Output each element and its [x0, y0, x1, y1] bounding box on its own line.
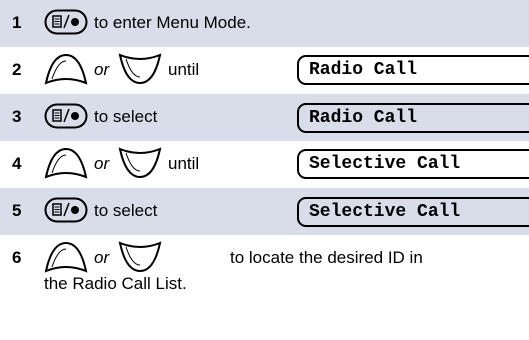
- step-text-line-2: the Radio Call List.: [44, 274, 187, 293]
- step-row: 6 or to locate the desired ID in the Rad…: [0, 235, 529, 303]
- scroll-down-button-icon: [118, 53, 162, 85]
- step-row: 2 or until Radio Call: [0, 47, 529, 94]
- step-row: 5 to select Selective Call: [0, 188, 529, 235]
- step-text-line-1: to locate the desired ID in: [230, 248, 423, 267]
- step-number: 2: [12, 60, 22, 79]
- display-text: Selective Call: [297, 149, 529, 179]
- scroll-up-button-icon: [44, 241, 88, 273]
- step-number: 1: [12, 13, 22, 32]
- display-text: Selective Call: [297, 197, 529, 227]
- step-number: 6: [12, 248, 22, 267]
- step-text: to select: [94, 107, 158, 126]
- step-number: 3: [12, 107, 22, 126]
- scroll-down-button-icon: [118, 241, 162, 273]
- step-text: until: [168, 60, 200, 79]
- step-row: 1 to enter Menu Mode.: [0, 0, 529, 47]
- scroll-down-button-icon: [118, 147, 162, 179]
- or-label: or: [94, 248, 110, 267]
- menu-select-button-icon: [44, 103, 88, 129]
- or-label: or: [94, 154, 110, 173]
- procedure-steps: 1 to enter Menu Mode. 2 or until Radio C…: [0, 0, 529, 340]
- menu-select-button-icon: [44, 9, 88, 35]
- step-row: 3 to select Radio Call: [0, 94, 529, 141]
- or-label: or: [94, 60, 110, 79]
- step-text: to select: [94, 201, 158, 220]
- scroll-up-button-icon: [44, 147, 88, 179]
- step-number: 5: [12, 201, 22, 220]
- step-number: 4: [12, 154, 22, 173]
- step-text: until: [168, 154, 200, 173]
- menu-select-button-icon: [44, 197, 88, 223]
- display-text: Radio Call: [297, 55, 529, 85]
- scroll-up-button-icon: [44, 53, 88, 85]
- display-text: Radio Call: [297, 103, 529, 133]
- step-row: 4 or until Selective Call: [0, 141, 529, 188]
- step-text: to enter Menu Mode.: [94, 13, 251, 32]
